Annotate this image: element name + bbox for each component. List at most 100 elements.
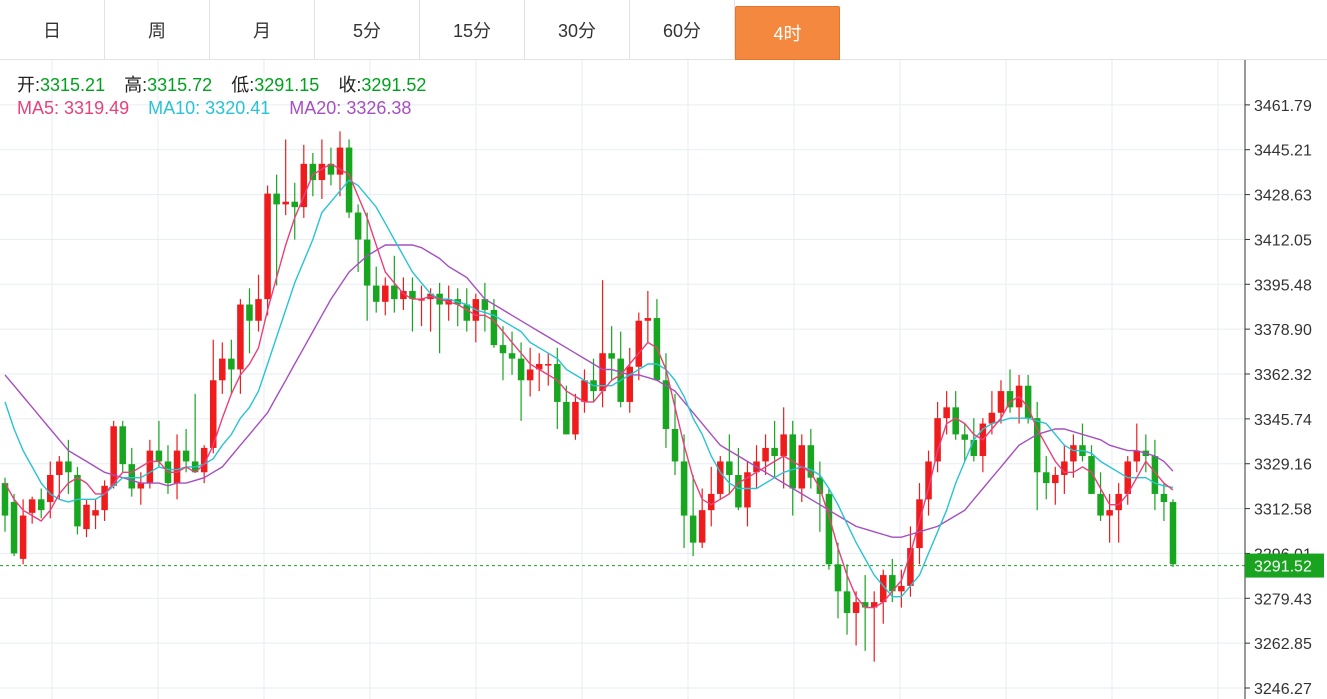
candle-body	[264, 193, 271, 300]
candle-body	[916, 499, 923, 549]
candle-body	[544, 364, 552, 366]
timeframe-tabs: 日 周 月 5分 15分 30分 60分 4时	[0, 0, 1327, 60]
candle-body	[110, 426, 117, 486]
candles	[1, 131, 1177, 662]
candle-body	[825, 493, 833, 565]
candle-body	[101, 485, 108, 511]
candle-body	[608, 353, 615, 359]
y-tick-label: 3412.05	[1254, 232, 1312, 249]
candle-body	[182, 450, 190, 462]
candle-body	[1042, 472, 1050, 484]
candle-body	[382, 285, 389, 302]
y-tick-label: 3395.48	[1254, 277, 1312, 294]
candle-body	[680, 461, 688, 516]
ma10-label: MA10:	[148, 98, 201, 118]
candle-body	[1169, 502, 1177, 565]
candle-body	[970, 439, 978, 457]
candle-body	[526, 369, 534, 381]
candle-body	[1052, 474, 1059, 484]
ma10-value: 3320.41	[205, 98, 271, 118]
candle-body	[37, 499, 45, 511]
tab-week[interactable]: 周	[105, 0, 210, 59]
candle-body	[10, 502, 18, 554]
ma5-line	[4, 162, 1174, 609]
candle-body	[572, 401, 579, 435]
candle-body	[1033, 418, 1041, 473]
candle-body	[391, 285, 398, 300]
y-tick-label: 3262.85	[1254, 636, 1312, 653]
moving-average-lines	[4, 162, 1174, 609]
candle-body	[898, 585, 905, 592]
candle-body	[843, 591, 851, 613]
candle-body	[237, 304, 244, 370]
candle-body	[988, 412, 996, 424]
y-tick-label: 3362.32	[1254, 367, 1312, 384]
candle-body	[92, 510, 99, 516]
candle-body	[155, 450, 163, 462]
candle-body	[309, 163, 317, 181]
candle-body	[146, 450, 154, 484]
candle-body	[635, 320, 643, 367]
y-tick-label: 3461.79	[1254, 98, 1312, 115]
candle-body	[463, 304, 471, 321]
open-label: 开:	[17, 75, 41, 95]
y-tick-label: 3312.58	[1254, 502, 1312, 519]
ma10-line	[4, 179, 1174, 598]
candle-body	[219, 358, 226, 381]
candle-body	[834, 564, 842, 592]
candle-body	[128, 464, 136, 489]
candle-body	[56, 461, 63, 475]
tab-4hour[interactable]: 4时	[735, 6, 840, 60]
candle-body	[372, 285, 380, 302]
close-value: 3291.52	[361, 75, 427, 95]
tab-5min[interactable]: 5分	[315, 0, 420, 59]
candle-body	[119, 426, 126, 465]
y-tick-label: 3345.74	[1254, 412, 1312, 429]
high-label: 高:	[124, 75, 148, 95]
candle-body	[762, 447, 769, 462]
tab-month[interactable]: 月	[210, 0, 315, 59]
y-tick-label: 3279.43	[1254, 591, 1312, 608]
candle-body	[291, 201, 298, 208]
candle-body	[282, 201, 289, 205]
candle-body	[771, 447, 778, 457]
candle-body	[65, 461, 72, 473]
tab-60min[interactable]: 60分	[630, 0, 735, 59]
candle-body	[997, 391, 1005, 413]
candle-body	[644, 318, 652, 321]
ohlc-readout: 开:3315.21 高:3315.72 低:3291.15 收:3291.52	[17, 71, 426, 97]
candle-body	[852, 602, 860, 613]
candle-body	[499, 345, 507, 354]
candle-body	[626, 366, 634, 402]
candle-body	[671, 428, 679, 462]
candle-body	[28, 499, 36, 513]
low-value: 3291.15	[254, 75, 320, 95]
candle-body	[1106, 510, 1113, 516]
ma20-value: 3326.38	[346, 98, 412, 118]
candle-body	[19, 515, 27, 559]
candle-body	[137, 483, 145, 489]
ma-readout: MA5: 3319.49 MA10: 3320.41 MA20: 3326.38	[17, 98, 411, 119]
price-axis: 3461.79 3445.21 3428.63 3412.05 3395.48 3378.…	[1244, 60, 1312, 699]
candle-body	[255, 299, 262, 321]
ma5-label: MA5:	[17, 98, 60, 118]
tab-day[interactable]: 日	[0, 0, 105, 59]
candle-body	[246, 304, 253, 321]
candle-body	[517, 358, 525, 381]
candle-body	[717, 461, 724, 494]
y-tick-label: 3445.21	[1254, 143, 1312, 160]
open-value: 3315.21	[40, 75, 106, 95]
candle-body	[563, 401, 570, 435]
candle-body	[581, 380, 588, 402]
y-tick-label: 3378.90	[1254, 322, 1312, 339]
ma5-value: 3319.49	[64, 98, 130, 118]
tab-30min[interactable]: 30分	[525, 0, 630, 59]
candlestick-chart[interactable]: 3461.79 3445.21 3428.63 3412.05 3395.48 3378.…	[0, 60, 1327, 699]
candle-body	[1133, 450, 1141, 462]
tab-15min[interactable]: 15分	[420, 0, 525, 59]
y-tick-label: 3329.16	[1254, 457, 1312, 474]
candle-body	[273, 193, 280, 205]
candle-body	[354, 212, 362, 240]
y-tick-label: 3246.27	[1254, 681, 1312, 698]
candle-body	[780, 434, 787, 457]
